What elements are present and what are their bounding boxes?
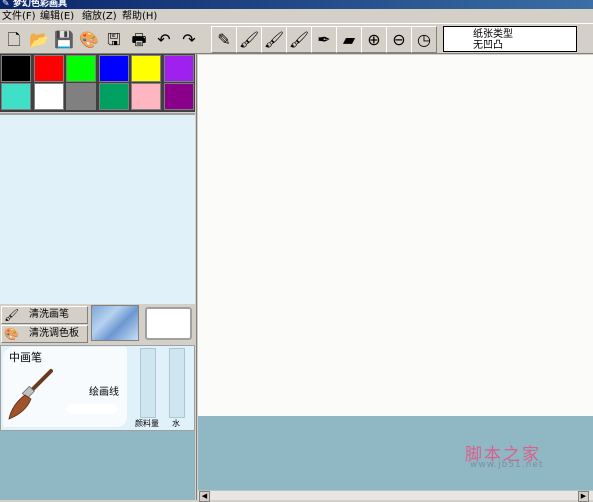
paint-amount-slider[interactable]: [140, 348, 156, 418]
paint-amount-label: 颜料量: [135, 419, 159, 428]
color-swatch[interactable]: [66, 55, 96, 82]
color-swatch[interactable]: [163, 83, 194, 110]
paper-type-value: 无凹凸: [473, 40, 503, 51]
stroke-preview: [67, 404, 117, 414]
brush-icon: [8, 369, 53, 420]
brush-size-label: 中画笔: [9, 351, 42, 364]
color-swatch[interactable]: [163, 55, 194, 82]
color-swatch[interactable]: [66, 83, 96, 110]
flat-brush-icon: 🖌: [288, 29, 310, 49]
save-image-icon: 🖫: [107, 29, 121, 49]
app-pen-icon: ✎: [2, 0, 10, 9]
zoom-out-button[interactable]: ⊖: [386, 26, 412, 53]
zoom-out-icon: ⊖: [392, 29, 406, 49]
menu-zoom[interactable]: 缩放(Z): [80, 10, 119, 23]
eraser-button[interactable]: ▰: [336, 26, 362, 53]
eraser-icon: ▰: [342, 29, 356, 49]
menu-file[interactable]: 文件(F): [0, 10, 38, 23]
water-slider[interactable]: [169, 348, 185, 418]
save-icon: 💾: [54, 29, 74, 49]
zoom-in-icon: ⊕: [367, 29, 381, 49]
color-swatch[interactable]: [1, 55, 31, 82]
zoom-in-button[interactable]: ⊕: [361, 26, 387, 53]
medium-brush-button[interactable]: 🖌: [261, 26, 287, 53]
clean-palette-label: 清洗调色板: [29, 328, 79, 339]
menu-help[interactable]: 帮助(H): [120, 10, 159, 23]
left-bottom-area: [0, 431, 195, 500]
window-title: 梦幻色彩画具: [13, 0, 68, 9]
watermark-url: www.jb51.net: [470, 460, 544, 470]
texture-swatch[interactable]: [91, 305, 139, 341]
small-brush-button[interactable]: 🖌: [236, 26, 262, 53]
brush-card[interactable]: 中画笔 绘画线: [3, 347, 127, 427]
color-swatch[interactable]: [1, 83, 31, 110]
palette-button[interactable]: 🎨: [76, 26, 102, 53]
clean-brush-button[interactable]: 🖌 清洗画笔: [1, 306, 88, 324]
menu-edit[interactable]: 编辑(E): [38, 10, 76, 23]
pen-button[interactable]: ✒: [311, 26, 337, 53]
small-brush-icon: 🖌: [238, 29, 260, 49]
save-button[interactable]: 💾: [51, 26, 77, 53]
brush-icon: 🖌: [4, 308, 20, 322]
scroll-left-arrow-icon[interactable]: ◀: [199, 491, 210, 502]
color-swatch[interactable]: [98, 55, 129, 82]
palette-icon: 🎨: [4, 327, 19, 341]
pen-icon: ✒: [317, 29, 331, 49]
paper-type-box[interactable]: 纸张类型 无凹凸: [443, 26, 577, 52]
current-color-swatch[interactable]: [145, 307, 192, 340]
palette-icon: 🎨: [79, 29, 99, 49]
redo-button[interactable]: ↷: [176, 26, 202, 53]
clean-brush-label: 清洗画笔: [29, 309, 69, 320]
clean-palette-button[interactable]: 🎨 清洗调色板: [1, 325, 88, 343]
color-swatch[interactable]: [131, 55, 161, 82]
menu-bar: 文件(F) 编辑(E) 缩放(Z) 帮助(H): [0, 9, 593, 24]
color-palette: [0, 54, 195, 112]
medium-brush-icon: 🖌: [263, 29, 285, 49]
title-bar[interactable]: ✎ 梦幻色彩画具: [0, 0, 593, 9]
paper-type-label: 纸张类型: [473, 29, 513, 40]
open-file-button[interactable]: 📂: [26, 26, 52, 53]
water-label: 水: [172, 419, 180, 428]
pencil-icon: ✎: [217, 29, 231, 49]
clock-button[interactable]: ◷: [411, 26, 437, 53]
drawing-canvas[interactable]: [198, 55, 593, 416]
redo-icon: ↷: [182, 29, 196, 49]
print-icon: 🖶: [131, 29, 147, 49]
new-file-icon: 🗋: [7, 29, 21, 49]
horizontal-scrollbar[interactable]: ◀ ▶: [198, 490, 593, 502]
new-file-button[interactable]: 🗋: [1, 26, 27, 53]
stroke-label: 绘画线: [89, 387, 119, 398]
color-swatch[interactable]: [33, 55, 64, 82]
print-button[interactable]: 🖶: [126, 26, 152, 53]
color-swatch[interactable]: [98, 83, 129, 110]
pencil-button[interactable]: ✎: [211, 26, 237, 53]
color-swatch[interactable]: [33, 83, 64, 110]
mixing-area[interactable]: [0, 113, 195, 304]
open-file-icon: 📂: [29, 29, 49, 49]
undo-icon: ↶: [157, 29, 171, 49]
clock-icon: ◷: [417, 29, 431, 49]
undo-button[interactable]: ↶: [151, 26, 177, 53]
scroll-right-arrow-icon[interactable]: ▶: [578, 491, 589, 502]
color-swatch[interactable]: [131, 83, 161, 110]
save-image-button[interactable]: 🖫: [101, 26, 127, 53]
flat-brush-button[interactable]: 🖌: [286, 26, 312, 53]
